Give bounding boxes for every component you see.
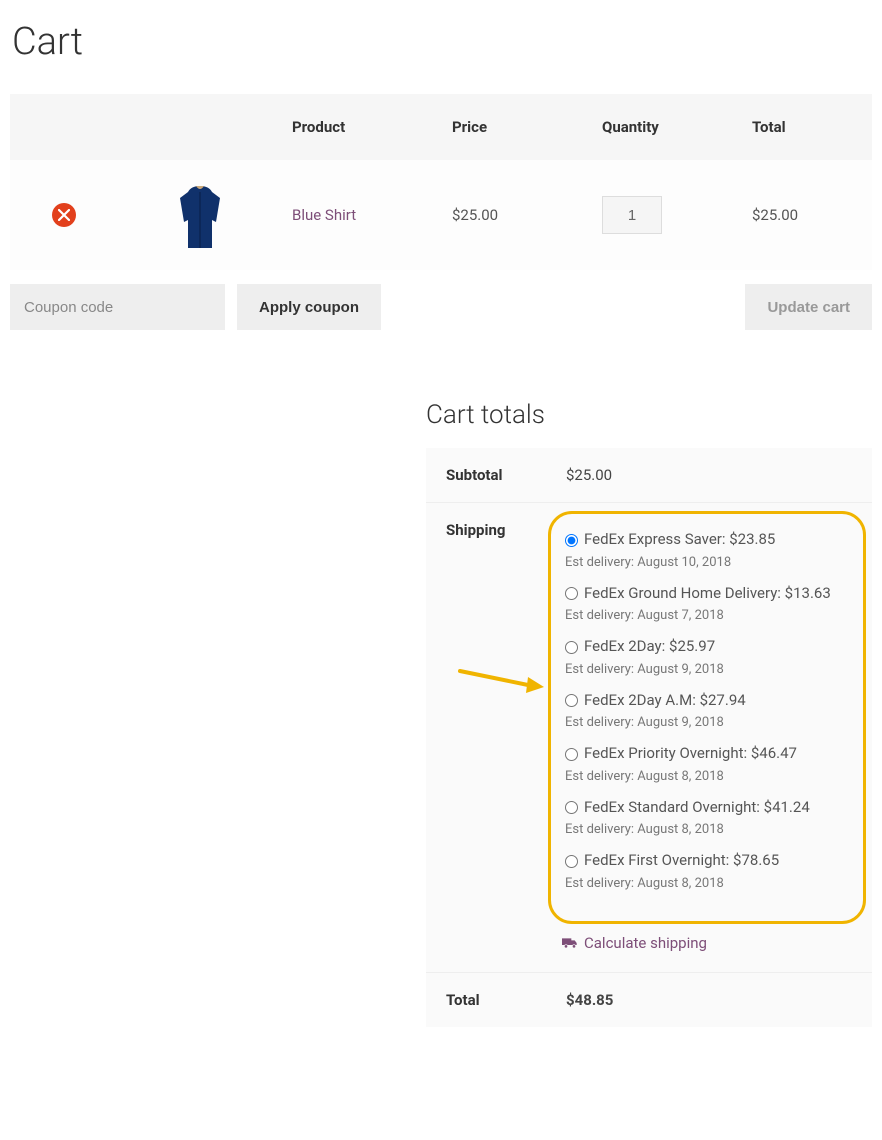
shipping-option: FedEx 2Day A.M: $27.94 (565, 689, 849, 712)
shipping-option-radio[interactable] (565, 587, 578, 600)
annotation-arrow-icon (456, 663, 546, 693)
coupon-code-input[interactable] (10, 284, 225, 330)
shipping-option-label[interactable]: FedEx 2Day: $25.97 (584, 637, 715, 655)
shipping-option-est: Est delivery: August 8, 2018 (565, 769, 849, 784)
cart-totals-title: Cart totals (426, 400, 872, 430)
shipping-option-est: Est delivery: August 8, 2018 (565, 822, 849, 837)
shipping-option-est: Est delivery: August 7, 2018 (565, 608, 849, 623)
shipping-option-label[interactable]: FedEx First Overnight: $78.65 (584, 851, 779, 869)
shipping-option-label[interactable]: FedEx Express Saver: $23.85 (584, 530, 775, 548)
shipping-option-radio[interactable] (565, 748, 578, 761)
shipping-option-label[interactable]: FedEx Standard Overnight: $41.24 (584, 798, 810, 816)
apply-coupon-button[interactable]: Apply coupon (237, 284, 381, 330)
shipping-option-label[interactable]: FedEx Ground Home Delivery: $13.63 (584, 584, 831, 602)
shipping-option-radio[interactable] (565, 641, 578, 654)
shipping-label: Shipping (426, 503, 546, 973)
table-row: Blue Shirt $25.00 $25.00 (10, 160, 872, 270)
subtotal-value: $25.00 (546, 448, 872, 503)
cart-totals-table: Subtotal $25.00 Shipping FedEx Express S… (426, 448, 872, 1027)
page-title: Cart (12, 20, 872, 64)
col-thumb (120, 94, 280, 160)
col-price: Price (440, 94, 590, 160)
product-link[interactable]: Blue Shirt (292, 206, 356, 224)
shipping-option: FedEx 2Day: $25.97 (565, 635, 849, 658)
item-price: $25.00 (440, 160, 590, 270)
shipping-option-radio[interactable] (565, 801, 578, 814)
shipping-option: FedEx Standard Overnight: $41.24 (565, 796, 849, 819)
shipping-option-label[interactable]: FedEx Priority Overnight: $46.47 (584, 744, 797, 762)
update-cart-button[interactable]: Update cart (745, 284, 872, 330)
shipping-option: FedEx Ground Home Delivery: $13.63 (565, 582, 849, 605)
col-total: Total (740, 94, 872, 160)
subtotal-label: Subtotal (426, 448, 546, 503)
total-label: Total (426, 972, 546, 1027)
close-icon (58, 209, 70, 221)
total-value: $48.85 (546, 972, 872, 1027)
shipping-option-label[interactable]: FedEx 2Day A.M: $27.94 (584, 691, 746, 709)
calculate-shipping-label: Calculate shipping (584, 934, 707, 952)
calculate-shipping-link[interactable]: Calculate shipping (562, 934, 707, 952)
col-quantity: Quantity (590, 94, 740, 160)
shipping-option-est: Est delivery: August 8, 2018 (565, 876, 849, 891)
product-thumbnail[interactable] (168, 180, 232, 250)
shipping-option-radio[interactable] (565, 534, 578, 547)
shipping-option-est: Est delivery: August 10, 2018 (565, 555, 849, 570)
shipping-option-est: Est delivery: August 9, 2018 (565, 662, 849, 677)
shipping-option: FedEx Priority Overnight: $46.47 (565, 742, 849, 765)
shipping-option-radio[interactable] (565, 694, 578, 707)
shipping-option-radio[interactable] (565, 855, 578, 868)
shipping-option: FedEx Express Saver: $23.85 (565, 528, 849, 551)
shipping-options-highlight: FedEx Express Saver: $23.85 Est delivery:… (548, 511, 866, 924)
item-total: $25.00 (740, 160, 872, 270)
quantity-input[interactable] (602, 196, 662, 234)
col-remove (10, 94, 120, 160)
remove-item-button[interactable] (52, 203, 76, 227)
coupon-row: Apply coupon Update cart (10, 284, 872, 330)
shipping-option: FedEx First Overnight: $78.65 (565, 849, 849, 872)
shipping-option-est: Est delivery: August 9, 2018 (565, 715, 849, 730)
cart-table: Product Price Quantity Total (10, 94, 872, 270)
col-product: Product (280, 94, 440, 160)
truck-icon (562, 936, 578, 950)
